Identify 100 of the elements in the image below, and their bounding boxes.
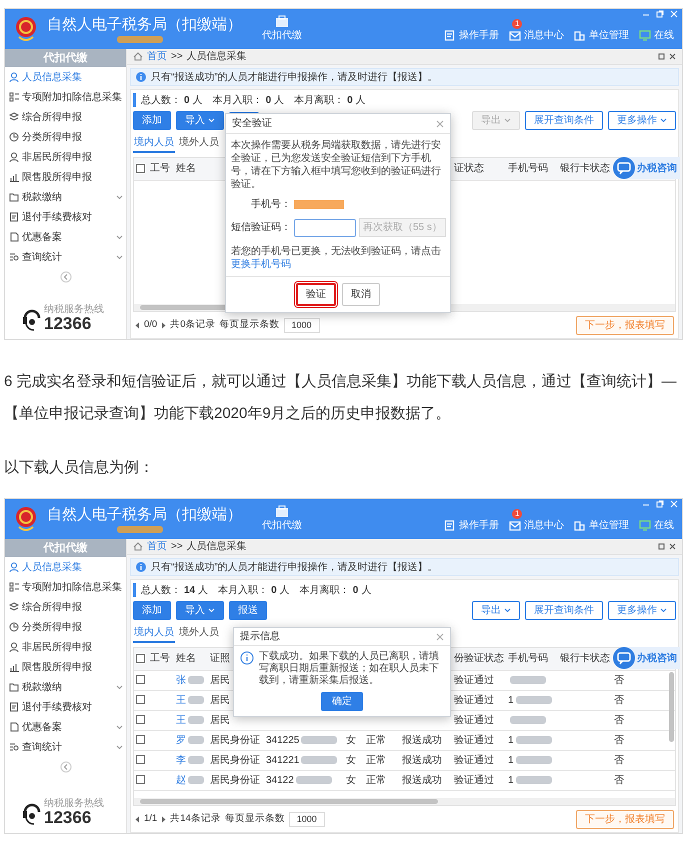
tab[interactable]: 境内人员	[133, 134, 175, 153]
close-icon[interactable]	[669, 53, 676, 60]
caret-icon	[504, 118, 511, 123]
resend-button[interactable]: 再次获取（55 s）	[359, 218, 446, 237]
table-cell[interactable]: 张	[176, 674, 186, 686]
home-icon[interactable]	[133, 52, 143, 61]
toolbar-button[interactable]: 展开查询条件	[525, 601, 603, 620]
collapse-icon[interactable]	[60, 271, 72, 283]
change-phone-link[interactable]: 更换手机号码	[231, 259, 291, 270]
table-cell[interactable]: 王	[176, 694, 186, 706]
header-link[interactable]: 在线	[639, 28, 674, 43]
sidebar-item[interactable]: 人员信息采集	[5, 557, 126, 577]
sidebar-item[interactable]: 分类所得申报	[5, 617, 126, 637]
sidebar-item[interactable]: 综合所得申报	[5, 107, 126, 127]
nav-tab[interactable]: 代扣代缴	[262, 505, 302, 533]
toolbar-button[interactable]: 导入	[176, 111, 224, 130]
breadcrumb-link[interactable]: 首页	[147, 539, 167, 554]
collapse-icon[interactable]	[60, 761, 72, 773]
restore-icon[interactable]	[658, 543, 665, 550]
scrollbar[interactable]	[134, 798, 675, 805]
dialog-button[interactable]: 取消	[342, 283, 380, 306]
toolbar-button[interactable]: 导入	[176, 601, 224, 620]
sidebar-item[interactable]: 分类所得申报	[5, 127, 126, 147]
sidebar-item[interactable]: 非居民所得申报	[5, 147, 126, 167]
sidebar-item[interactable]: 优惠备案	[5, 227, 126, 247]
breadcrumb-link[interactable]: 首页	[147, 49, 167, 64]
next-step-button[interactable]: 下一步，报表填写	[576, 316, 674, 334]
tab[interactable]: 境内人员	[133, 624, 175, 643]
header-link[interactable]: 单位管理	[574, 518, 629, 533]
building-icon	[574, 520, 586, 531]
sidebar-item[interactable]: 优惠备案	[5, 717, 126, 737]
dialog-button[interactable]: 确定	[321, 692, 363, 711]
row-checkbox[interactable]	[136, 775, 145, 784]
sidebar-item[interactable]: 专项附加扣除信息采集	[5, 577, 126, 597]
header-link[interactable]: 1 消息中心	[509, 19, 564, 43]
select-all-checkbox[interactable]	[136, 164, 145, 174]
app-title: 自然人电子税务局（扣缴端）	[47, 506, 242, 524]
hotline-caption: 纳税服务热线	[44, 304, 104, 315]
page-size-field[interactable]: 1000	[284, 318, 320, 332]
sidebar-item[interactable]: 人员信息采集	[5, 67, 126, 87]
bar-chart-icon	[9, 172, 19, 182]
page-size-field[interactable]: 1000	[288, 812, 325, 826]
table-cell[interactable]: 赵	[176, 774, 186, 786]
next-step-button[interactable]: 下一步，报表填写	[576, 810, 674, 828]
sidebar-header: 代扣代缴	[5, 49, 126, 67]
restore-icon[interactable]	[658, 53, 665, 60]
next-icon[interactable]	[161, 322, 166, 328]
input-field[interactable]	[294, 218, 356, 236]
table-cell: 居民	[210, 714, 230, 726]
header-link[interactable]: 操作手册	[444, 28, 499, 43]
sidebar-item[interactable]: 限售股所得申报	[5, 167, 126, 187]
toolbar-button[interactable]: 展开查询条件	[525, 111, 603, 130]
chevron-down-icon	[116, 194, 123, 200]
row-checkbox[interactable]	[136, 675, 145, 684]
sidebar-item[interactable]: 非居民所得申报	[5, 637, 126, 657]
sidebar-item[interactable]: 税款缴纳	[5, 677, 126, 697]
scrollbar[interactable]	[669, 672, 674, 742]
consult-button[interactable]: 办税咨询	[613, 647, 680, 669]
sidebar-item[interactable]: 退付手续费核对	[5, 697, 126, 717]
row-checkbox[interactable]	[136, 755, 145, 764]
table-cell[interactable]: 王	[176, 714, 186, 726]
header-link[interactable]: 1 消息中心	[509, 509, 564, 533]
header-link[interactable]: 操作手册	[444, 518, 499, 533]
header-link[interactable]: 单位管理	[574, 28, 629, 43]
toolbar-button[interactable]: 更多操作	[608, 601, 676, 620]
dialog-button[interactable]: 验证	[296, 283, 336, 306]
nav-tab[interactable]: 代扣代缴	[262, 15, 302, 43]
sidebar-item[interactable]: 退付手续费核对	[5, 207, 126, 227]
consult-button[interactable]: 办税咨询	[613, 157, 680, 179]
table-cell[interactable]: 罗	[176, 734, 186, 746]
row-checkbox[interactable]	[136, 735, 145, 744]
row-checkbox[interactable]	[136, 695, 145, 704]
toolbar-button[interactable]: 更多操作	[608, 111, 676, 130]
select-all-checkbox[interactable]	[136, 654, 145, 664]
sidebar-item[interactable]: 查询统计	[5, 737, 126, 757]
header-link[interactable]: 在线	[639, 518, 674, 533]
sidebar-item[interactable]: 限售股所得申报	[5, 657, 126, 677]
sidebar-item[interactable]: 税款缴纳	[5, 187, 126, 207]
toolbar-button[interactable]: 报送	[229, 601, 267, 620]
column-header: 手机号码	[506, 648, 558, 670]
chevron-down-icon	[116, 234, 123, 240]
sidebar-item[interactable]: 查询统计	[5, 247, 126, 267]
tab[interactable]: 境外人员	[178, 134, 220, 153]
toolbar-button[interactable]: 导出	[472, 601, 520, 620]
row-checkbox[interactable]	[136, 715, 145, 724]
toolbar-button[interactable]: 添加	[133, 601, 171, 620]
notice-text: 只有“报送成功”的人员才能进行申报操作，请及时进行【报送】。	[151, 70, 438, 84]
sidebar-item[interactable]: 综合所得申报	[5, 597, 126, 617]
tab[interactable]: 境外人员	[178, 624, 220, 643]
previous-icon[interactable]	[135, 322, 140, 328]
home-icon[interactable]	[133, 542, 143, 551]
column-header: 银行卡状态	[558, 158, 612, 180]
toolbar-button[interactable]: 添加	[133, 111, 171, 130]
close-icon[interactable]	[669, 543, 676, 550]
emblem-icon	[13, 505, 39, 533]
sidebar-item[interactable]: 专项附加扣除信息采集	[5, 87, 126, 107]
table-cell[interactable]: 李	[176, 754, 186, 766]
briefcase-icon	[275, 15, 289, 28]
next-icon[interactable]	[161, 816, 166, 822]
previous-icon[interactable]	[135, 816, 140, 822]
